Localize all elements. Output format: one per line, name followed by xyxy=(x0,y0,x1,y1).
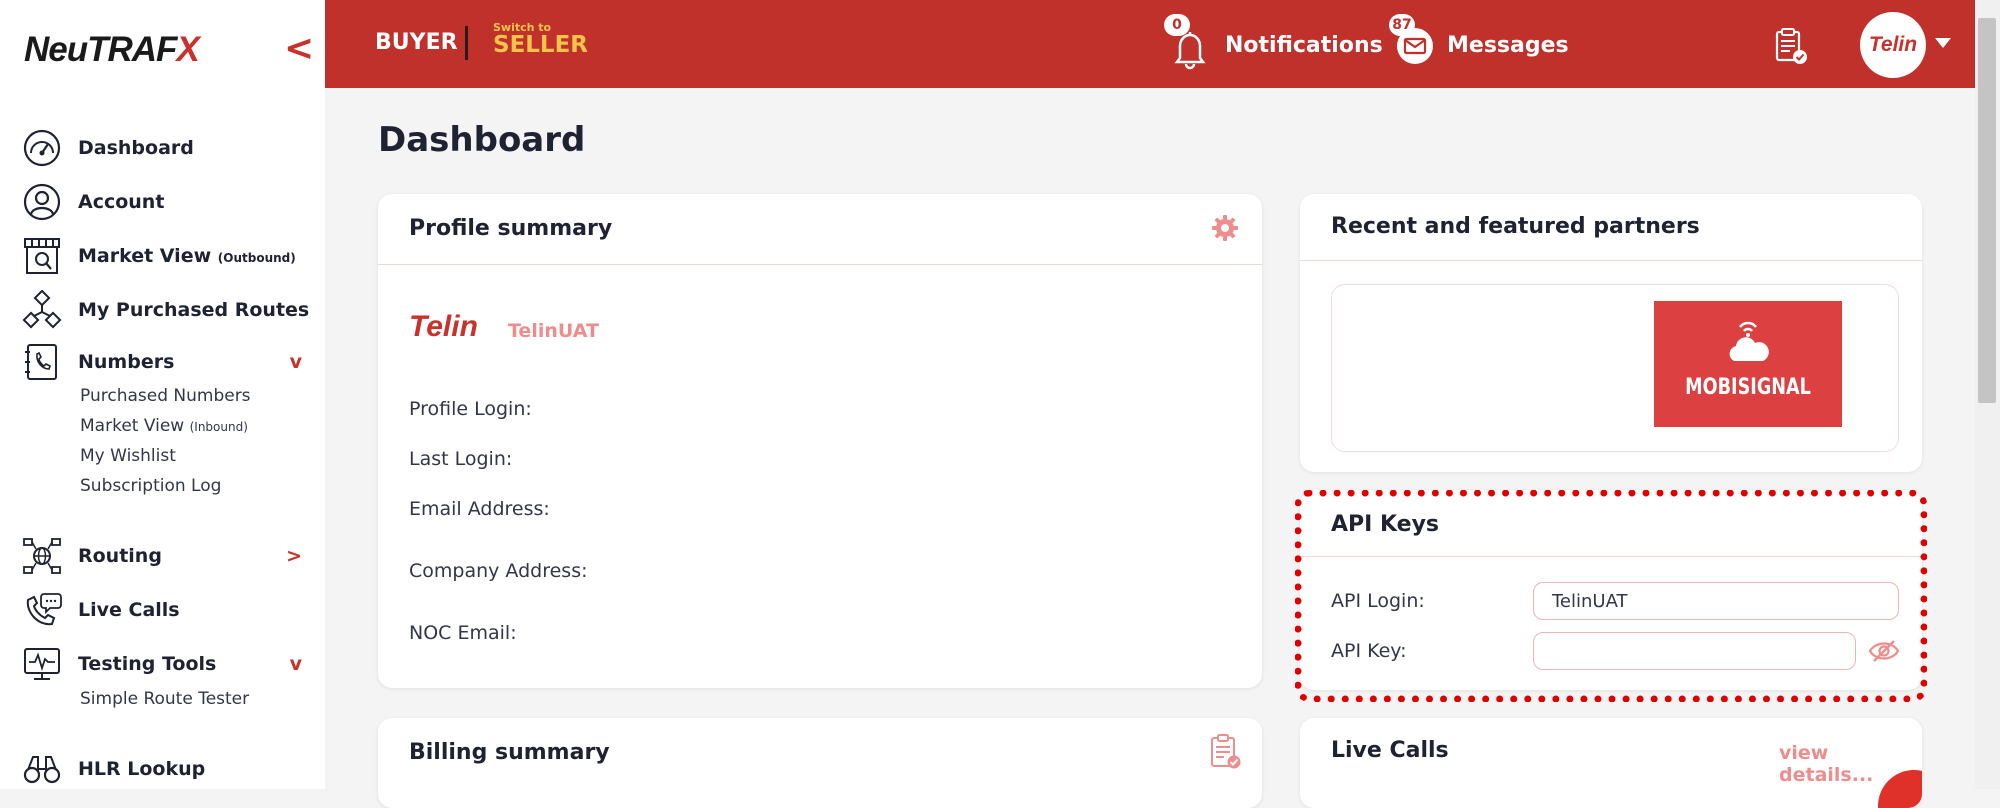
live-calls-card: Live Calls view details... xyxy=(1300,718,1922,808)
logo-text: NeuTRAFX xyxy=(24,30,200,69)
sidebar-collapse-button[interactable]: < xyxy=(284,28,314,69)
sidebar-subitem-subscription-log[interactable]: Subscription Log xyxy=(80,476,221,496)
globe-network-icon xyxy=(22,536,62,576)
profile-login-label: Profile Login: xyxy=(409,398,532,420)
sidebar: NeuTRAFX < Dashboard Account Market View… xyxy=(0,0,325,789)
buyer-mode-button[interactable]: BUYER xyxy=(375,30,458,55)
sidebar-subitem-simple-route-tester[interactable]: Simple Route Tester xyxy=(80,689,249,709)
messages-link[interactable]: 87 Messages xyxy=(1389,14,1569,70)
page-scrollbar-thumb[interactable] xyxy=(1978,18,1996,403)
sidebar-item-hlr-lookup[interactable]: HLR Lookup xyxy=(22,749,312,789)
profile-summary-card: Profile summary Telin TelinUAT Profile L… xyxy=(378,194,1262,688)
top-bar: BUYER Switch to SELLER 0 Notifications 8… xyxy=(325,0,1975,88)
notifications-link[interactable]: 0 Notifications xyxy=(1164,14,1383,70)
notifications-label: Notifications xyxy=(1225,32,1383,58)
sidebar-item-label: Account xyxy=(78,191,165,213)
company-logo: Telin xyxy=(409,310,478,343)
chevron-right-icon[interactable]: > xyxy=(286,545,302,567)
sidebar-subitem-market-view-inbound[interactable]: Market View (Inbound) xyxy=(80,416,248,436)
partner-logo-tile[interactable]: MOBISIGNAL xyxy=(1654,301,1842,427)
company-name: TelinUAT xyxy=(508,320,599,342)
sidebar-item-numbers[interactable]: Numbers v xyxy=(22,342,312,382)
clipboard-check-icon[interactable] xyxy=(1770,26,1810,66)
cubes-network-icon xyxy=(22,290,62,330)
sidebar-item-live-calls[interactable]: Live Calls xyxy=(22,590,312,630)
sidebar-item-label: My Purchased Routes xyxy=(78,299,310,321)
last-login-label: Last Login: xyxy=(409,448,513,470)
sidebar-subitem-my-wishlist[interactable]: My Wishlist xyxy=(80,446,176,466)
sidebar-item-purchased-routes[interactable]: My Purchased Routes xyxy=(22,290,312,330)
invoice-icon[interactable] xyxy=(1208,734,1242,770)
email-address-label: Email Address: xyxy=(409,498,550,520)
envelope-icon: 87 xyxy=(1389,14,1435,70)
binoculars-icon xyxy=(22,749,62,789)
partner-name: MOBISIGNAL xyxy=(1685,375,1811,400)
user-avatar[interactable]: Telin xyxy=(1860,12,1926,78)
sidebar-item-market-view-outbound[interactable]: Market View (Outbound) xyxy=(22,236,312,276)
sidebar-item-account[interactable]: Account xyxy=(22,182,312,222)
sidebar-item-label: Dashboard xyxy=(78,137,194,159)
phone-chat-icon xyxy=(22,590,62,630)
page-title: Dashboard xyxy=(378,120,586,160)
messages-count-badge: 87 xyxy=(1389,14,1415,36)
mode-divider xyxy=(465,26,468,60)
chevron-down-icon[interactable]: v xyxy=(290,653,302,675)
user-icon xyxy=(22,182,62,222)
monitor-pulse-icon xyxy=(22,644,62,684)
company-address-label: Company Address: xyxy=(409,560,588,582)
notifications-count-badge: 0 xyxy=(1164,14,1190,36)
gear-icon[interactable] xyxy=(1211,214,1239,242)
noc-email-label: NOC Email: xyxy=(409,622,517,644)
avatar-logo-text: Telin xyxy=(1868,33,1918,56)
sidebar-item-label: Routing xyxy=(78,545,162,567)
dashboard-gauge-icon xyxy=(22,128,62,168)
billing-summary-title: Billing summary xyxy=(409,740,610,765)
live-calls-title: Live Calls xyxy=(1331,738,1449,763)
sidebar-item-routing[interactable]: Routing > xyxy=(22,536,312,576)
chevron-down-icon[interactable]: v xyxy=(290,351,302,373)
card-divider xyxy=(378,264,1262,265)
sidebar-item-label: Numbers xyxy=(78,351,175,373)
switch-to-seller-button[interactable]: Switch to SELLER xyxy=(493,22,588,57)
partners-card: Recent and featured partners MOBISIGNAL xyxy=(1300,194,1922,472)
sidebar-item-dashboard[interactable]: Dashboard xyxy=(22,128,312,168)
phonebook-icon xyxy=(22,342,62,382)
account-dropdown-caret-icon[interactable] xyxy=(1935,38,1951,48)
partners-carousel: MOBISIGNAL xyxy=(1331,284,1899,452)
card-divider xyxy=(1300,260,1922,261)
messages-label: Messages xyxy=(1447,32,1569,58)
cloud-wifi-icon xyxy=(1722,315,1774,367)
sidebar-item-testing-tools[interactable]: Testing Tools v xyxy=(22,644,312,684)
partners-title: Recent and featured partners xyxy=(1331,214,1700,239)
api-keys-highlight-frame xyxy=(1295,490,1927,702)
profile-summary-title: Profile summary xyxy=(409,216,613,241)
storefront-search-icon xyxy=(22,236,62,276)
billing-summary-card: Billing summary xyxy=(378,718,1262,808)
sidebar-item-label: HLR Lookup xyxy=(78,758,206,780)
seller-label: SELLER xyxy=(493,32,589,58)
sidebar-item-label: Testing Tools xyxy=(78,653,217,675)
bell-icon: 0 xyxy=(1164,14,1210,70)
neutrafx-logo[interactable]: NeuTRAFX xyxy=(24,24,200,76)
sidebar-subitem-purchased-numbers[interactable]: Purchased Numbers xyxy=(80,386,251,406)
sidebar-item-label: Market View (Outbound) xyxy=(78,245,296,267)
sidebar-item-label: Live Calls xyxy=(78,599,180,621)
